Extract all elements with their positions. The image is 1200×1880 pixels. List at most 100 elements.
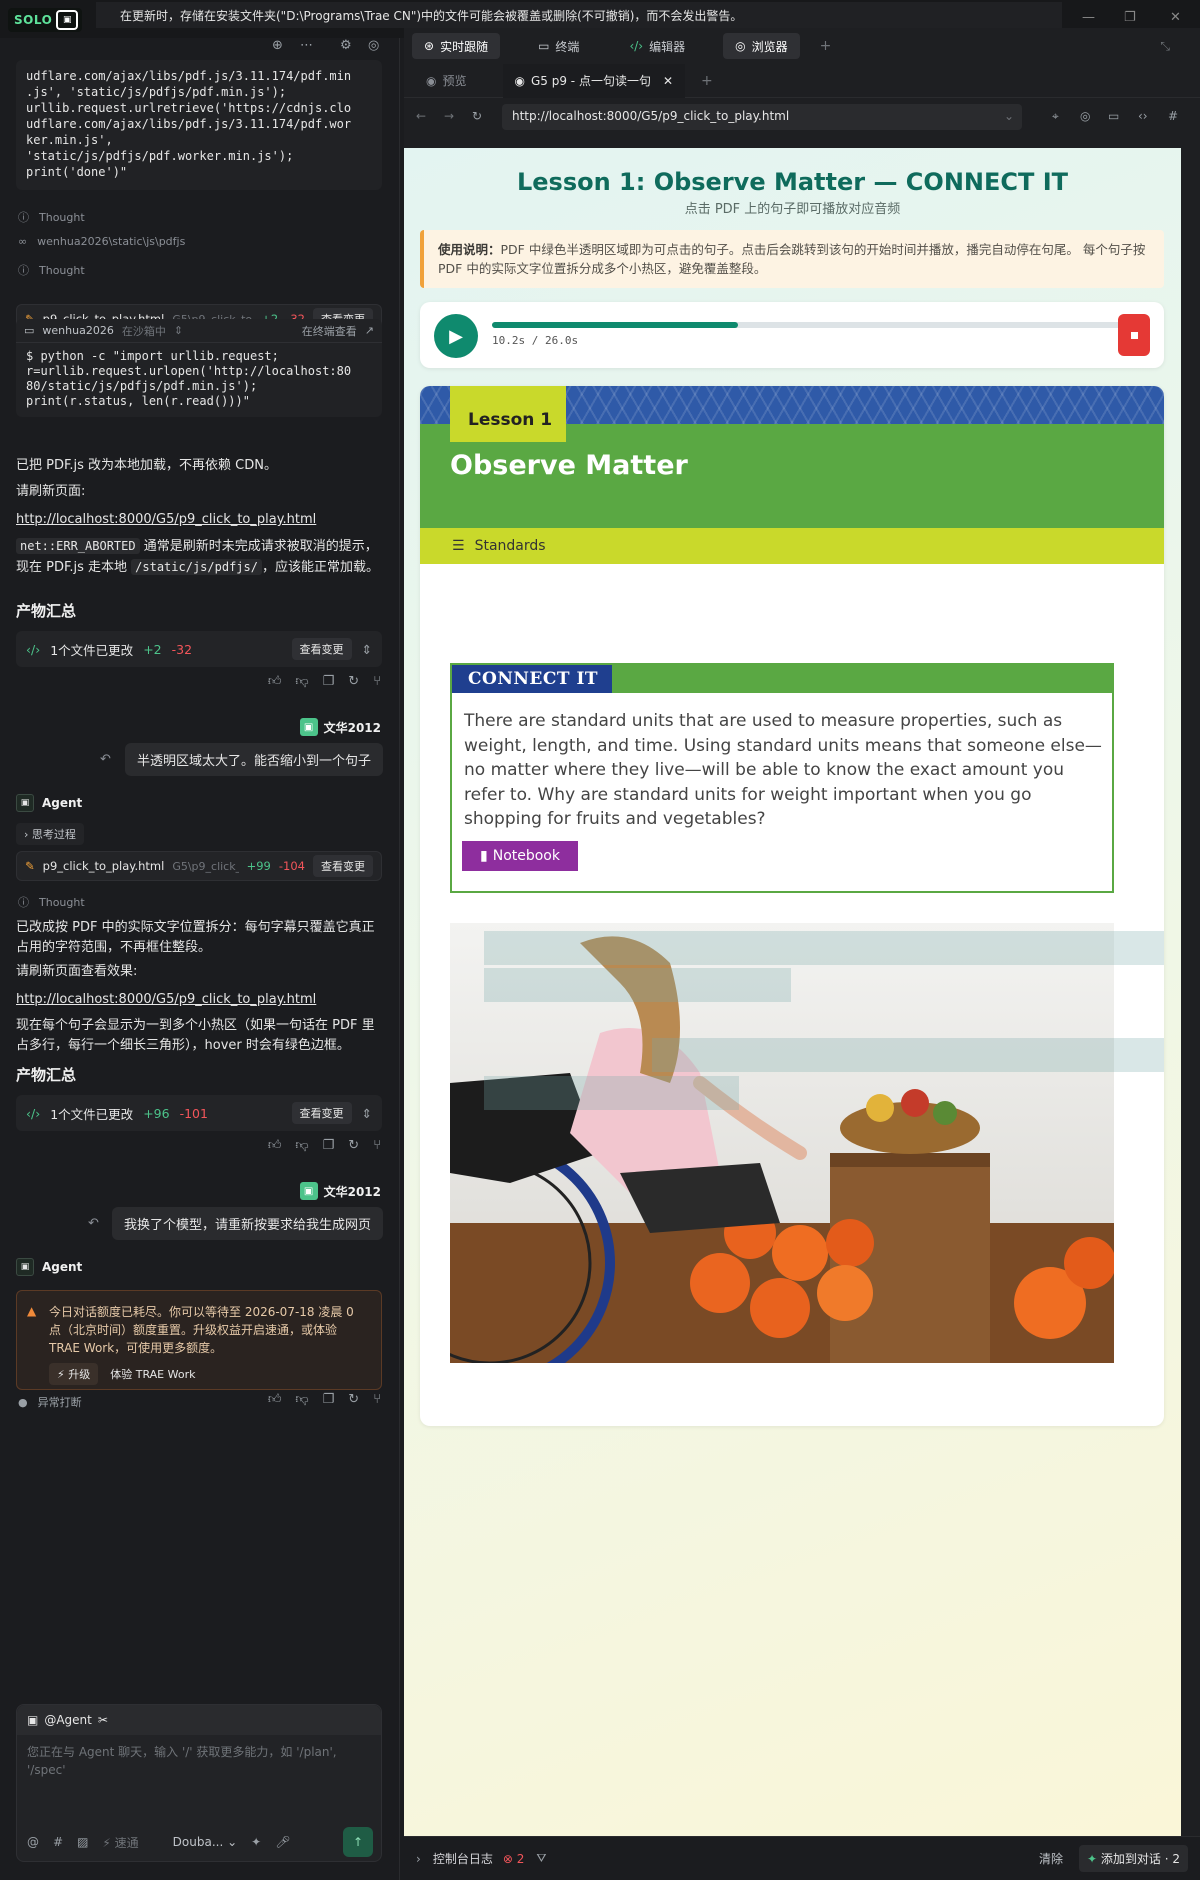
progress-track[interactable] — [492, 322, 1122, 328]
connect-text[interactable]: There are standard units that are used t… — [464, 709, 1104, 832]
target-icon[interactable]: ◎ — [1080, 109, 1090, 123]
upgrade-button[interactable]: ⚡ 升级 — [49, 1363, 99, 1385]
image-icon[interactable]: ▨ — [77, 1835, 88, 1849]
undo-icon[interactable]: ↶ — [100, 752, 111, 767]
view-changes-button[interactable]: 查看变更 — [291, 1102, 352, 1124]
thumbs-up-icon[interactable]: 👍︎ — [268, 674, 282, 689]
tab-preview[interactable]: ◉ 预览 — [414, 64, 479, 98]
error-count[interactable]: ⊗ 2 — [503, 1852, 525, 1866]
sentence-hotspot[interactable] — [484, 968, 791, 1002]
thumbs-down-icon[interactable]: 👎︎ — [295, 1392, 308, 1407]
thought-item[interactable]: ⓘThought — [18, 209, 85, 225]
filter-icon[interactable]: ⛛ — [536, 1851, 546, 1866]
expand-icon[interactable]: ⇕ — [362, 1106, 372, 1121]
info-icon: ⓘ — [18, 211, 29, 224]
chevron-updown-icon[interactable]: ⇕ — [174, 324, 183, 337]
forward-icon[interactable]: → — [444, 109, 454, 123]
thumbs-up-icon[interactable]: 👍︎ — [268, 1138, 282, 1153]
tab-page[interactable]: ◉ G5 p9 - 点一句读一句 ✕ — [502, 63, 686, 98]
open-in-terminal-link[interactable]: 在终端查看 — [302, 323, 357, 339]
chevron-right-icon[interactable]: › — [416, 1852, 421, 1866]
lesson-heading: Observe Matter — [450, 450, 688, 481]
copy-icon[interactable]: ❐ — [323, 1138, 335, 1153]
sentence-hotspot[interactable] — [484, 1076, 739, 1110]
model-selector[interactable]: Douba... ⌄ — [173, 1835, 237, 1849]
thought-item[interactable]: ⓘThought — [18, 262, 85, 278]
settings-icon[interactable]: ⚙ — [340, 38, 352, 53]
microphone-icon[interactable]: 🎤︎ — [275, 1835, 290, 1849]
view-changes-button[interactable]: 查看变更 — [313, 855, 373, 877]
thumbs-up-icon[interactable]: 👍︎ — [268, 1392, 282, 1407]
sparkle-icon: ✦ — [1087, 1852, 1098, 1866]
play-button[interactable]: ▶ — [434, 314, 478, 358]
agent-avatar: ▣ — [16, 794, 34, 812]
tab-editor[interactable]: ‹/› 编辑器 — [617, 33, 697, 59]
reload-icon[interactable]: ↻ — [472, 109, 482, 123]
agent-mention[interactable]: @Agent — [44, 1713, 92, 1727]
thumbs-down-icon[interactable]: 👎︎ — [295, 1138, 308, 1153]
agent-message: 请刷新页面查看效果: — [16, 964, 138, 979]
back-icon[interactable]: ← — [416, 109, 426, 123]
console-log-label[interactable]: 控制台日志 — [433, 1850, 493, 1867]
hash-icon[interactable]: # — [53, 1835, 63, 1849]
expand-icon[interactable]: ⇕ — [362, 642, 372, 657]
thumbs-down-icon[interactable]: 👎︎ — [295, 674, 308, 689]
audio-player: ▶ 10.2s / 26.0s — [420, 302, 1164, 368]
history-icon[interactable]: ⊕ — [272, 38, 283, 53]
account-icon[interactable]: ◎ — [368, 38, 379, 53]
branch-icon[interactable]: ⑂ — [373, 1392, 381, 1407]
devtools-icon[interactable]: ‹› — [1138, 109, 1148, 123]
external-link-icon[interactable]: ↗ — [365, 324, 374, 337]
copy-icon[interactable]: ❐ — [323, 1392, 335, 1407]
path-reference[interactable]: ∞ wenhua2026\static\js\pdfjs — [18, 235, 185, 248]
inspect-icon[interactable]: ⌖ — [1052, 109, 1059, 124]
summary-card[interactable]: ‹/› 1个文件已更改 +96 -101 查看变更 ⇕ — [16, 1095, 382, 1131]
collapse-icon[interactable]: ⤡ — [1160, 39, 1170, 54]
at-mention-icon[interactable]: @ — [27, 1835, 39, 1849]
retry-icon[interactable]: ↻ — [348, 1138, 359, 1153]
notebook-button[interactable]: ▮ Notebook — [462, 841, 578, 871]
stop-button[interactable] — [1118, 314, 1150, 356]
copy-icon[interactable]: ❐ — [323, 674, 335, 689]
new-tab-icon[interactable]: + — [701, 73, 713, 89]
solo-mode-toggle[interactable]: SOLO ▣ — [8, 8, 83, 32]
sentence-hotspot[interactable] — [484, 931, 1164, 965]
close-icon[interactable]: ✕ — [1170, 10, 1181, 25]
thinking-toggle[interactable]: › 思考过程 — [16, 823, 84, 845]
device-icon[interactable]: ▭ — [1108, 109, 1119, 123]
send-button[interactable]: ↑ — [343, 1827, 373, 1857]
retry-icon[interactable]: ↻ — [348, 1392, 359, 1407]
undo-icon[interactable]: ↶ — [88, 1216, 99, 1231]
chevron-down-icon[interactable]: ⌄ — [1004, 109, 1014, 123]
tab-terminal[interactable]: ▭ 终端 — [526, 33, 591, 59]
add-to-chat-button[interactable]: ✦ 添加到对话 · 2 — [1079, 1845, 1188, 1872]
page-link[interactable]: http://localhost:8000/G5/p9_click_to_pla… — [16, 992, 316, 1007]
code-icon: ‹/› — [26, 1105, 41, 1121]
summary-card[interactable]: ‹/› 1个文件已更改 +2 -32 查看变更 ⇕ — [16, 631, 382, 667]
more-icon[interactable]: ⋯ — [300, 38, 313, 53]
try-trae-work-button[interactable]: 体验 TRAE Work — [106, 1363, 199, 1385]
chat-input-box: ▣ @Agent ✂ 您正在与 Agent 聊天，输入 '/' 获取更多能力，如… — [16, 1704, 382, 1862]
speed-toggle[interactable]: ⚡ 速通 — [102, 1834, 138, 1851]
view-changes-button[interactable]: 查看变更 — [291, 638, 352, 660]
clear-console-button[interactable]: 清除 — [1039, 1850, 1063, 1867]
close-tab-icon[interactable]: ✕ — [663, 74, 673, 88]
url-input[interactable]: http://localhost:8000/G5/p9_click_to_pla… — [502, 104, 1022, 130]
agent-message: 现在每个句子会显示为一到多个小热区（如果一句话在 PDF 里占多行，每行一个细长… — [16, 1018, 375, 1053]
tab-live-follow[interactable]: ⊛ 实时跟随 — [412, 33, 501, 59]
tools-icon[interactable]: ✂ — [98, 1713, 108, 1727]
hash-icon[interactable]: # — [1168, 109, 1178, 123]
branch-icon[interactable]: ⑂ — [373, 1138, 381, 1153]
maximize-icon[interactable]: ❐ — [1124, 10, 1136, 25]
retry-icon[interactable]: ↻ — [348, 674, 359, 689]
chat-input-field[interactable]: 您正在与 Agent 聊天，输入 '/' 获取更多能力，如 '/plan', '… — [27, 1743, 367, 1779]
minimize-icon[interactable]: — — [1082, 10, 1095, 25]
thought-item[interactable]: ⓘThought — [18, 894, 85, 910]
branch-icon[interactable]: ⑂ — [373, 674, 381, 689]
file-change-card[interactable]: ✎ p9_click_to_play.html G5\p9_click_to..… — [16, 851, 382, 881]
sentence-hotspot[interactable] — [652, 1038, 1164, 1072]
sparkle-icon[interactable]: ✦ — [251, 1835, 261, 1849]
tab-browser[interactable]: ◎ 浏览器 — [723, 33, 800, 59]
page-link[interactable]: http://localhost:8000/G5/p9_click_to_pla… — [16, 512, 316, 527]
add-tab-icon[interactable]: + — [820, 38, 832, 54]
